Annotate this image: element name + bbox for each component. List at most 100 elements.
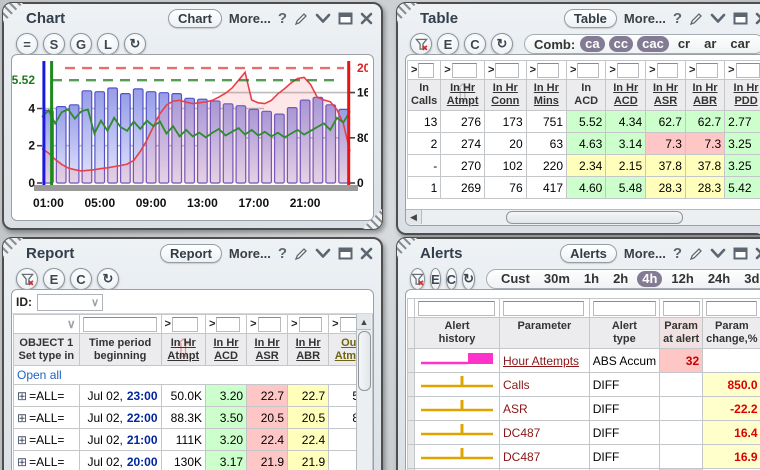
report-row[interactable]: ⊞=ALL=Jul 02,23:0050.0K3.2022.722.750. (13, 384, 373, 407)
equals-button[interactable]: = (16, 33, 38, 55)
filter-funnel-icon[interactable] (16, 268, 38, 290)
g-button[interactable]: G (70, 33, 92, 55)
parameter-link[interactable]: Calls (499, 372, 590, 397)
scroll-left-icon[interactable]: ◀ (406, 210, 422, 224)
filter-input[interactable] (616, 62, 639, 78)
filter-input[interactable] (298, 316, 322, 332)
column-header[interactable]: In Hr ABR (684, 79, 726, 111)
expand-plus-icon[interactable]: ⊞ (17, 433, 27, 447)
l-button[interactable]: L (97, 33, 119, 55)
refresh-icon[interactable]: ↻ (462, 268, 475, 290)
parameter-link[interactable]: ASR (499, 396, 590, 421)
panel-type-button[interactable]: Alerts (560, 244, 617, 263)
time-range-1h[interactable]: 1h (579, 271, 604, 287)
filter-input[interactable] (171, 316, 199, 332)
filter-funnel-icon[interactable] (410, 268, 425, 290)
help-icon[interactable]: ? (278, 11, 287, 26)
expand-plus-icon[interactable]: ⊞ (17, 389, 27, 403)
comb-option-cc[interactable]: cc (608, 36, 634, 52)
column-header[interactable]: ⇧ In Hr Atmpt (440, 79, 485, 111)
parameter-link[interactable]: Hour Attempts (499, 348, 590, 373)
help-icon[interactable]: ? (673, 11, 682, 26)
maximize-window-icon[interactable] (338, 12, 353, 25)
refresh-icon[interactable]: ↻ (97, 268, 119, 290)
export-button[interactable]: E (430, 268, 441, 290)
edit-pencil-icon[interactable] (689, 247, 703, 261)
clear-button[interactable]: C (70, 268, 92, 290)
comb-option-ca[interactable]: ca (580, 36, 605, 52)
maximize-window-icon[interactable] (733, 247, 748, 260)
more-button[interactable]: More... (624, 11, 666, 26)
maximize-window-icon[interactable] (733, 12, 748, 25)
time-range-3d[interactable]: 3d (739, 271, 760, 287)
report-row[interactable]: ⊞=ALL=Jul 02,21:00111K3.2022.422.411 (13, 428, 373, 451)
comb-option-cr[interactable]: cr (673, 36, 695, 52)
close-icon[interactable] (755, 12, 760, 25)
column-header[interactable]: Time period beginning (78, 333, 162, 366)
column-header[interactable]: In Calls (407, 79, 442, 111)
export-button[interactable]: E (437, 33, 459, 55)
column-header[interactable]: In ACD (566, 79, 607, 111)
filter-input[interactable] (418, 300, 495, 316)
column-header[interactable]: ⇧ In Hr Atmpt (160, 333, 207, 366)
column-header[interactable]: In Hr ASR (246, 333, 289, 366)
filter-input[interactable] (696, 62, 718, 78)
maximize-window-icon[interactable] (338, 247, 353, 260)
filter-input[interactable] (706, 300, 758, 316)
table-titlebar[interactable]: Table Table More... ? (398, 4, 760, 31)
filter-input[interactable] (451, 62, 478, 78)
collapse-chevron-icon[interactable] (710, 13, 726, 24)
export-button[interactable]: E (43, 268, 65, 290)
filter-input[interactable] (656, 62, 679, 78)
column-header[interactable]: In Hr ASR (645, 79, 686, 111)
column-header[interactable]: Param at alert (659, 317, 704, 349)
s-button[interactable]: S (43, 33, 65, 55)
more-button[interactable]: More... (229, 11, 271, 26)
id-combobox[interactable]: ∨ (37, 293, 103, 311)
column-header[interactable]: Param change,% (702, 317, 760, 349)
filter-input[interactable] (577, 62, 599, 78)
comb-option-cac[interactable]: cac (637, 36, 669, 52)
alert-row[interactable]: Hour Attempts ABS Accum 32 (407, 348, 760, 373)
scrollbar-thumb[interactable] (506, 211, 683, 224)
expand-plus-icon[interactable]: ⊞ (17, 455, 27, 469)
collapse-chevron-icon[interactable] (710, 248, 726, 259)
time-range-30m[interactable]: 30m (539, 271, 575, 287)
panel-type-button[interactable]: Report (160, 244, 222, 263)
edit-pencil-icon[interactable] (294, 247, 308, 261)
column-header[interactable]: In Hr ACD (605, 79, 647, 111)
filter-input[interactable] (216, 316, 240, 332)
collapse-chevron-icon[interactable] (315, 13, 331, 24)
comb-option-car[interactable]: car (725, 36, 755, 52)
chart-titlebar[interactable]: Chart Chart More... ? (4, 4, 381, 31)
column-header[interactable]: In Hr ABR (287, 333, 330, 366)
panel-type-button[interactable]: Chart (167, 9, 222, 28)
alert-row[interactable]: ASR DIFF -22.2 (407, 396, 760, 421)
column-header[interactable]: OBJECT 1 Set type in (13, 333, 80, 366)
table-row[interactable]: 2 274 20 63 4.63 3.14 7.3 7.3 3.25 (407, 132, 760, 155)
alert-row[interactable]: DC487 DIFF 16.9 (407, 444, 760, 469)
column-header[interactable]: In Hr Mins (525, 79, 568, 111)
filter-input[interactable] (592, 300, 656, 316)
time-range-Cust[interactable]: Cust (496, 271, 535, 287)
close-icon[interactable] (360, 12, 373, 25)
edit-pencil-icon[interactable] (689, 12, 703, 26)
filter-input[interactable] (418, 62, 434, 78)
filter-input[interactable] (537, 62, 560, 78)
more-button[interactable]: More... (229, 246, 271, 261)
filter-input[interactable] (257, 316, 281, 332)
comb-option-ar[interactable]: ar (699, 36, 721, 52)
help-icon[interactable]: ? (673, 246, 682, 261)
column-header[interactable]: Alert type (588, 317, 661, 349)
table-row[interactable]: 13 276 173 751 5.52 4.34 62.7 62.7 2.77 (407, 110, 760, 133)
time-range-4h[interactable]: 4h (637, 271, 663, 287)
filter-input[interactable] (735, 62, 760, 78)
time-range-24h[interactable]: 24h (703, 271, 735, 287)
collapse-chevron-icon[interactable] (315, 248, 331, 259)
filter-input[interactable] (495, 62, 520, 78)
clear-button[interactable]: C (445, 268, 458, 290)
alerts-titlebar[interactable]: Alerts Alerts More... ? (398, 239, 760, 266)
time-series-chart[interactable]: 0 2 4 5.52 0 800 1600 2035 01:00 05:00 09:00 13:00 1… (12, 55, 373, 215)
open-all-row[interactable]: Open all (13, 365, 373, 385)
horizontal-scrollbar[interactable]: ◀ (406, 209, 760, 225)
